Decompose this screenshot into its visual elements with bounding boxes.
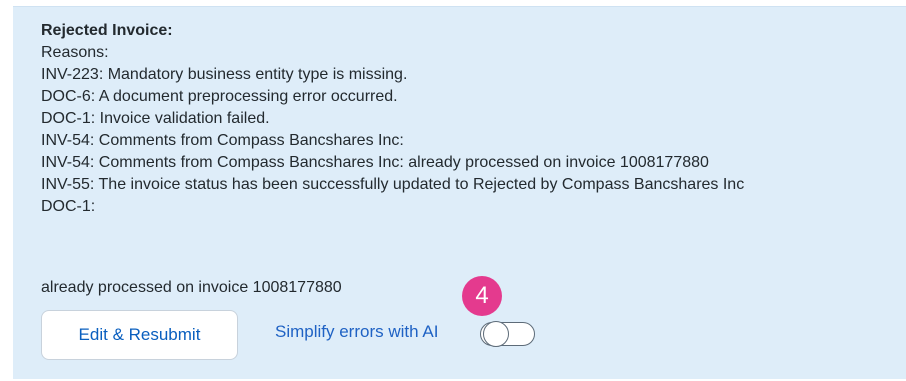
edit-resubmit-button[interactable]: Edit & Resubmit <box>41 310 238 360</box>
reason-line: Reasons: <box>41 44 109 61</box>
rejection-footer-text: already processed on invoice 1008177880 <box>41 279 342 296</box>
rejection-title: Rejected Invoice: <box>41 22 173 39</box>
simplify-errors-label[interactable]: Simplify errors with AI <box>275 322 438 342</box>
reason-line: DOC-1: Invoice validation failed. <box>41 110 270 127</box>
reason-line: DOC-1: <box>41 198 96 215</box>
reason-line: INV-55: The invoice status has been succ… <box>41 176 745 193</box>
reason-line: INV-54: Comments from Compass Bancshares… <box>41 154 709 171</box>
reason-line: INV-223: Mandatory business entity type … <box>41 66 408 83</box>
simplify-errors-toggle[interactable] <box>480 321 535 347</box>
toggle-knob[interactable] <box>483 321 509 347</box>
rejection-message-body: Rejected Invoice: Reasons: INV-223: Mand… <box>41 20 906 218</box>
step-number-badge: 4 <box>462 276 502 316</box>
reason-line: DOC-6: A document preprocessing error oc… <box>41 88 398 105</box>
reason-line: INV-54: Comments from Compass Bancshares… <box>41 132 404 149</box>
